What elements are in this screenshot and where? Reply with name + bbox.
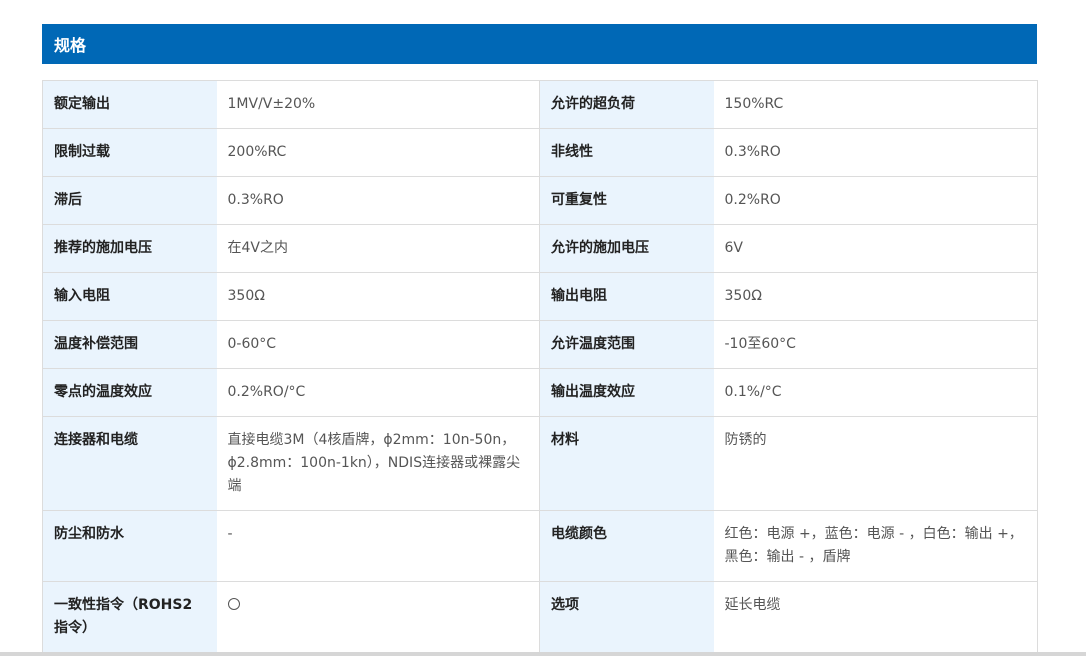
spec-value: - xyxy=(216,510,540,582)
spec-label: 温度补偿范围 xyxy=(42,320,217,369)
circle-icon xyxy=(227,597,240,610)
table-row: 推荐的施加电压 在4V之内 允许的施加电压 6V xyxy=(42,224,1038,273)
spec-value: 350Ω xyxy=(216,272,540,321)
spec-value xyxy=(216,581,540,653)
spec-table: 额定输出 1MV/V±20% 允许的超负荷 150%RC 限制过载 200%RC… xyxy=(42,80,1038,653)
spec-value: 0-60°C xyxy=(216,320,540,369)
spec-label: 推荐的施加电压 xyxy=(42,224,217,273)
spec-label: 允许的超负荷 xyxy=(539,80,714,129)
table-row: 防尘和防水 - 电缆颜色 红色：电源 +，蓝色：电源 - ，白色：输出 +，黑色… xyxy=(42,510,1038,582)
spec-label: 滞后 xyxy=(42,176,217,225)
spec-label: 允许温度范围 xyxy=(539,320,714,369)
page-divider xyxy=(0,652,1086,656)
table-row: 一致性指令（ROHS2指令） 选项 延长电缆 xyxy=(42,581,1038,653)
spec-label: 额定输出 xyxy=(42,80,217,129)
spec-label: 电缆颜色 xyxy=(539,510,714,582)
spec-value: 1MV/V±20% xyxy=(216,80,540,129)
spec-label: 可重复性 xyxy=(539,176,714,225)
spec-value: 200%RC xyxy=(216,128,540,177)
spec-label: 一致性指令（ROHS2指令） xyxy=(42,581,217,653)
spec-value: 0.3%RO xyxy=(216,176,540,225)
spec-label: 输出温度效应 xyxy=(539,368,714,417)
spec-value: 防锈的 xyxy=(713,416,1038,511)
spec-value: 0.1%/°C xyxy=(713,368,1038,417)
table-row: 温度补偿范围 0-60°C 允许温度范围 -10至60°C xyxy=(42,320,1038,369)
spec-label: 选项 xyxy=(539,581,714,653)
spec-label: 零点的温度效应 xyxy=(42,368,217,417)
spec-value: 直接电缆3M（4核盾牌，ϕ2mm：10n-50n，ϕ2.8mm：100n-1kn… xyxy=(216,416,540,511)
spec-label: 防尘和防水 xyxy=(42,510,217,582)
spec-label: 输出电阻 xyxy=(539,272,714,321)
section-header: 规格 xyxy=(42,24,1037,64)
spec-value: 0.3%RO xyxy=(713,128,1038,177)
table-row: 零点的温度效应 0.2%RO/°C 输出温度效应 0.1%/°C xyxy=(42,368,1038,417)
spec-label: 材料 xyxy=(539,416,714,511)
spec-value: 0.2%RO/°C xyxy=(216,368,540,417)
spec-value: 350Ω xyxy=(713,272,1038,321)
spec-value: 0.2%RO xyxy=(713,176,1038,225)
spec-label: 限制过载 xyxy=(42,128,217,177)
table-row: 连接器和电缆 直接电缆3M（4核盾牌，ϕ2mm：10n-50n，ϕ2.8mm：1… xyxy=(42,416,1038,511)
table-row: 限制过载 200%RC 非线性 0.3%RO xyxy=(42,128,1038,177)
spec-value: 延长电缆 xyxy=(713,581,1038,653)
spec-label: 允许的施加电压 xyxy=(539,224,714,273)
table-row: 滞后 0.3%RO 可重复性 0.2%RO xyxy=(42,176,1038,225)
spec-label: 非线性 xyxy=(539,128,714,177)
spec-label: 连接器和电缆 xyxy=(42,416,217,511)
table-row: 额定输出 1MV/V±20% 允许的超负荷 150%RC xyxy=(42,80,1038,129)
spec-value: 红色：电源 +，蓝色：电源 - ，白色：输出 +，黑色：输出 - ，盾牌 xyxy=(713,510,1038,582)
spec-value: 在4V之内 xyxy=(216,224,540,273)
spec-label: 输入电阻 xyxy=(42,272,217,321)
section-title: 规格 xyxy=(54,36,87,55)
spec-value: -10至60°C xyxy=(713,320,1038,369)
spec-value: 150%RC xyxy=(713,80,1038,129)
table-row: 输入电阻 350Ω 输出电阻 350Ω xyxy=(42,272,1038,321)
spec-value: 6V xyxy=(713,224,1038,273)
